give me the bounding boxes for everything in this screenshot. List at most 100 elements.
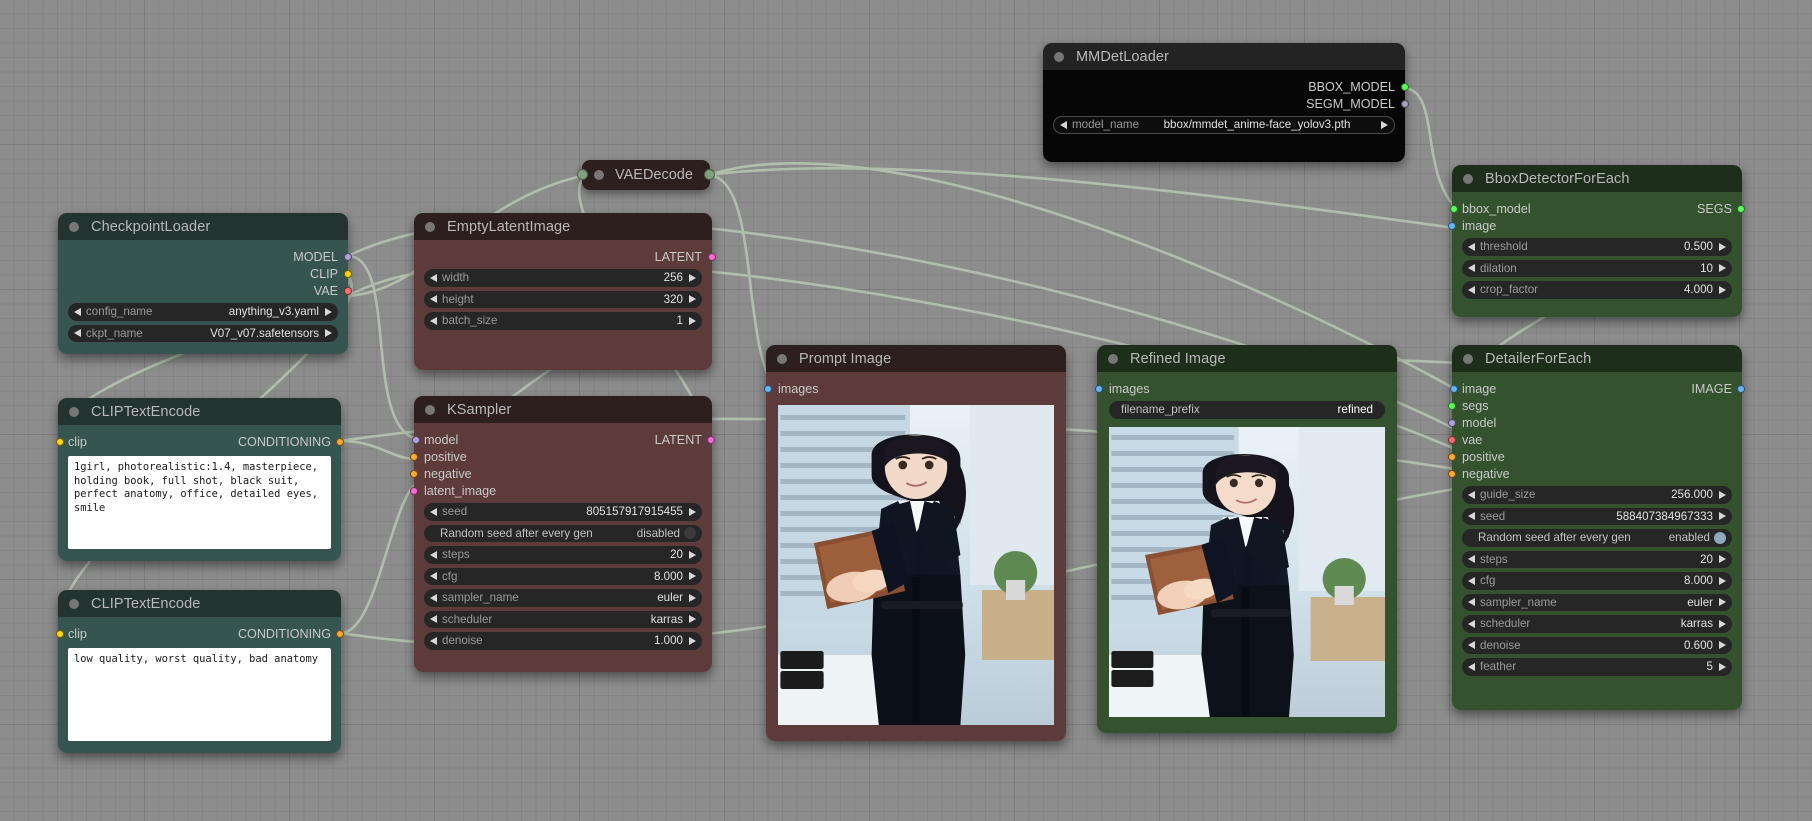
increment-arrow-icon[interactable]	[1719, 662, 1726, 671]
widget-ckpt-name[interactable]: ckpt_name V07_v07.safetensors	[68, 324, 338, 342]
collapsed-input-pin-icon[interactable]	[577, 169, 588, 180]
increment-arrow-icon[interactable]	[689, 593, 696, 602]
output-slot-conditioning[interactable]: CONDITIONING	[238, 627, 344, 641]
output-slot-conditioning[interactable]: CONDITIONING	[238, 435, 344, 449]
node-mmdetloader[interactable]: MMDetLoader BBOX_MODEL SEGM_MODEL model_…	[1043, 43, 1409, 162]
input-slot-latent-image[interactable]: latent_image	[410, 482, 702, 499]
node-checkpointloader[interactable]: CheckpointLoader MODEL CLIP VAE config_n…	[58, 213, 352, 354]
collapse-dot-icon[interactable]	[425, 221, 435, 232]
model-slot-dot-icon[interactable]	[344, 252, 352, 261]
decrement-arrow-icon[interactable]	[1468, 641, 1475, 650]
node-header[interactable]: Refined Image	[1097, 345, 1397, 372]
output-slot-latent[interactable]: LATENT	[655, 433, 715, 447]
input-slot-images[interactable]: images	[1095, 380, 1385, 397]
conditioning-slot-dot-icon[interactable]	[336, 437, 344, 446]
input-slot-vae[interactable]: vae	[1448, 431, 1732, 448]
increment-arrow-icon[interactable]	[689, 550, 696, 559]
collapse-dot-icon[interactable]	[69, 598, 79, 609]
collapse-dot-icon[interactable]	[69, 406, 79, 417]
widget-steps[interactable]: steps 20	[1462, 550, 1732, 568]
widget-scheduler[interactable]: scheduler karras	[1462, 615, 1732, 633]
node-header[interactable]: CheckpointLoader	[58, 213, 348, 240]
toggle-knob-icon[interactable]	[1713, 531, 1726, 544]
increment-arrow-icon[interactable]	[1719, 555, 1726, 564]
decrement-arrow-icon[interactable]	[1468, 242, 1475, 251]
collapse-dot-icon[interactable]	[777, 353, 787, 364]
latent-slot-dot-icon[interactable]	[708, 252, 716, 261]
node-ksampler[interactable]: KSampler model LATENT positive negative	[410, 396, 715, 672]
input-slot-positive[interactable]: positive	[410, 448, 702, 465]
widget-random-seed-toggle[interactable]: Random seed after every gen enabled	[1462, 529, 1732, 547]
node-bboxdetectorforeach[interactable]: BboxDetectorForEach bbox_model SEGS imag…	[1448, 165, 1745, 317]
node-graph-canvas[interactable]: CheckpointLoader MODEL CLIP VAE config_n…	[0, 0, 1812, 821]
clip-slot-dot-icon[interactable]	[56, 629, 64, 638]
increment-arrow-icon[interactable]	[1719, 619, 1726, 628]
node-header[interactable]: MMDetLoader	[1043, 43, 1405, 70]
node-refined-image[interactable]: Refined Image images filename_prefix ref…	[1095, 345, 1397, 733]
decrement-arrow-icon[interactable]	[1060, 120, 1067, 129]
node-header[interactable]: EmptyLatentImage	[414, 213, 712, 240]
increment-arrow-icon[interactable]	[1719, 285, 1726, 294]
conditioning-slot-dot-icon[interactable]	[410, 452, 418, 461]
node-detailerforeach[interactable]: DetailerForEach image IMAGE segs model v…	[1448, 345, 1745, 710]
image-slot-dot-icon[interactable]	[1450, 384, 1458, 393]
decrement-arrow-icon[interactable]	[1468, 555, 1475, 564]
widget-width[interactable]: width 256	[424, 269, 702, 287]
decrement-arrow-icon[interactable]	[430, 273, 437, 282]
widget-guide-size[interactable]: guide_size 256.000	[1462, 486, 1732, 504]
widget-filename-prefix[interactable]: filename_prefix refined	[1109, 401, 1385, 419]
decrement-arrow-icon[interactable]	[430, 550, 437, 559]
segs-slot-dot-icon[interactable]	[1737, 204, 1745, 213]
widget-model-name[interactable]: model_name bbox/mmdet_anime-face_yolov3.…	[1053, 116, 1395, 134]
increment-arrow-icon[interactable]	[689, 273, 696, 282]
decrement-arrow-icon[interactable]	[430, 636, 437, 645]
increment-arrow-icon[interactable]	[1719, 598, 1726, 607]
widget-sampler-name[interactable]: sampler_name euler	[1462, 593, 1732, 611]
increment-arrow-icon[interactable]	[1719, 242, 1726, 251]
increment-arrow-icon[interactable]	[325, 307, 332, 316]
bbox-model-slot-dot-icon[interactable]	[1450, 204, 1458, 213]
collapse-dot-icon[interactable]	[1463, 173, 1473, 184]
segm-model-slot-dot-icon[interactable]	[1401, 99, 1409, 108]
model-slot-dot-icon[interactable]	[1448, 418, 1456, 427]
decrement-arrow-icon[interactable]	[1468, 619, 1475, 628]
image-slot-dot-icon[interactable]	[764, 384, 772, 393]
increment-arrow-icon[interactable]	[689, 615, 696, 624]
collapse-dot-icon[interactable]	[425, 404, 435, 415]
collapse-dot-icon[interactable]	[69, 221, 79, 232]
input-slot-negative[interactable]: negative	[1448, 465, 1732, 482]
widget-denoise[interactable]: denoise 0.600	[1462, 636, 1732, 654]
decrement-arrow-icon[interactable]	[430, 316, 437, 325]
prompt-textarea[interactable]: 1girl, photorealistic:1.4, masterpiece, …	[68, 456, 331, 549]
node-prompt-image[interactable]: Prompt Image images	[764, 345, 1066, 741]
input-slot-segs[interactable]: segs	[1448, 397, 1732, 414]
input-slot-negative[interactable]: negative	[410, 465, 702, 482]
increment-arrow-icon[interactable]	[1719, 576, 1726, 585]
increment-arrow-icon[interactable]	[689, 295, 696, 304]
decrement-arrow-icon[interactable]	[430, 615, 437, 624]
collapse-dot-icon[interactable]	[594, 170, 604, 180]
increment-arrow-icon[interactable]	[689, 507, 696, 516]
increment-arrow-icon[interactable]	[689, 316, 696, 325]
output-slot-vae[interactable]: VAE	[68, 282, 352, 299]
toggle-knob-icon[interactable]	[683, 527, 696, 540]
clip-slot-dot-icon[interactable]	[344, 269, 352, 278]
widget-dilation[interactable]: dilation 10	[1462, 259, 1732, 277]
prompt-textarea[interactable]: low quality, worst quality, bad anatomy	[68, 648, 331, 741]
image-preview[interactable]	[1109, 426, 1385, 717]
input-slot-bbox-model[interactable]: bbox_model	[1450, 202, 1531, 216]
widget-denoise[interactable]: denoise 1.000	[424, 632, 702, 650]
widget-config-name[interactable]: config_name anything_v3.yaml	[68, 303, 338, 321]
output-slot-latent[interactable]: LATENT	[424, 248, 716, 265]
widget-scheduler[interactable]: scheduler karras	[424, 610, 702, 628]
node-header[interactable]: CLIPTextEncode	[58, 590, 341, 617]
input-slot-model[interactable]: model	[412, 433, 458, 447]
increment-arrow-icon[interactable]	[1719, 264, 1726, 273]
widget-feather[interactable]: feather 5	[1462, 658, 1732, 676]
decrement-arrow-icon[interactable]	[430, 295, 437, 304]
widget-steps[interactable]: steps 20	[424, 546, 702, 564]
widget-sampler-name[interactable]: sampler_name euler	[424, 589, 702, 607]
decrement-arrow-icon[interactable]	[430, 572, 437, 581]
segs-slot-dot-icon[interactable]	[1448, 401, 1456, 410]
vae-slot-dot-icon[interactable]	[1448, 435, 1456, 444]
